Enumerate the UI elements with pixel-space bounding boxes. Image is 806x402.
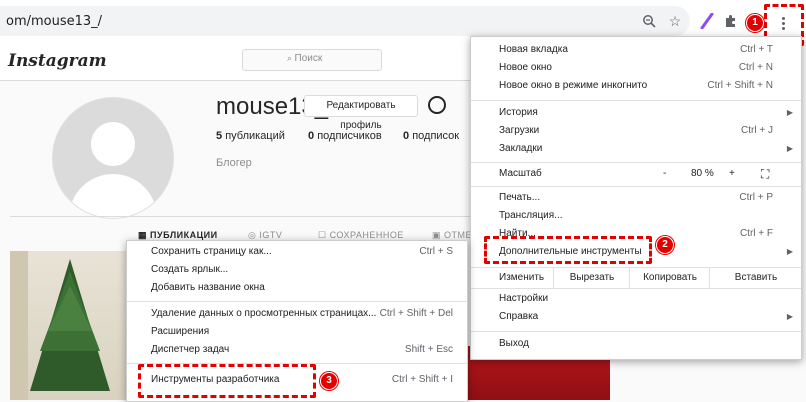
zoom-out-button[interactable]: - [663, 165, 666, 183]
menu-item-incognito[interactable]: Новое окно в режиме инкогнито Ctrl + Shif… [471, 77, 801, 95]
step-badge-1: 1 [746, 14, 764, 32]
chevron-right-icon: ▶ [786, 312, 793, 321]
search-icon: ⌕ [287, 53, 295, 63]
chevron-right-icon: ▶ [786, 144, 793, 153]
submenu-item-create-shortcut[interactable]: Создать ярлык... [127, 261, 467, 279]
menu-item-new-tab[interactable]: Новая вкладка Ctrl + T [471, 41, 801, 59]
zoom-in-button[interactable]: + [729, 165, 735, 183]
step-badge-3: 3 [320, 372, 338, 390]
bookmark-icon: ☐ [318, 230, 330, 240]
menu-edit-row: Изменить Вырезать Копировать Вставить [471, 267, 801, 289]
stat-posts[interactable]: 5 публикаций [216, 130, 285, 142]
stat-following[interactable]: 0 подписок [403, 130, 459, 142]
profile-bio: Блогер [216, 157, 252, 169]
browser-main-menu: Новая вкладка Ctrl + T Новое окно Ctrl + N… [470, 36, 802, 360]
menu-item-downloads[interactable]: Загрузки Ctrl + J [471, 122, 801, 140]
chevron-right-icon: ▶ [786, 247, 793, 256]
menu-item-history[interactable]: История ▶ [471, 104, 801, 122]
menu-separator [471, 162, 801, 163]
submenu-item-task-manager[interactable]: Диспетчер задач Shift + Esc [127, 341, 467, 359]
settings-icon[interactable] [428, 96, 446, 114]
zoom-icon[interactable] [640, 12, 658, 30]
menu-separator [471, 331, 801, 332]
address-bar-url[interactable]: om/mouse13_/ [6, 14, 102, 29]
chevron-right-icon: ▶ [786, 108, 793, 117]
menu-separator [471, 100, 801, 101]
menu-item-cast[interactable]: Трансляция... [471, 207, 801, 225]
cut-button[interactable]: Вырезать [553, 268, 630, 288]
divider [10, 216, 470, 217]
edit-profile-button[interactable]: Редактировать профиль [304, 95, 418, 131]
submenu-item-name-window[interactable]: Добавить название окна [127, 279, 467, 297]
submenu-item-extensions[interactable]: Расширения [127, 323, 467, 341]
address-bar[interactable] [0, 6, 690, 36]
menu-item-bookmarks[interactable]: Закладки ▶ [471, 140, 801, 158]
menu-item-help[interactable]: Справка ▶ [471, 308, 801, 326]
feather-icon[interactable] [698, 12, 716, 30]
grid-icon: ▦ [138, 230, 151, 240]
search-placeholder: ⌕ Поиск [287, 53, 323, 64]
post-thumbnail-tree[interactable] [10, 251, 128, 400]
zoom-label: Масштаб [499, 168, 542, 179]
star-icon[interactable]: ☆ [666, 12, 684, 30]
igtv-icon: ◎ [248, 230, 260, 240]
step-badge-2: 2 [656, 236, 674, 254]
copy-button[interactable]: Копировать [629, 268, 710, 288]
menu-item-settings[interactable]: Настройки [471, 290, 801, 308]
instagram-logo[interactable]: Instagram [8, 51, 107, 71]
menu-separator [127, 301, 467, 302]
fullscreen-icon[interactable]: ⛶ [761, 165, 769, 183]
extensions-icon[interactable] [722, 12, 740, 30]
submenu-item-clear-data[interactable]: Удаление данных о просмотренных страница… [127, 305, 467, 323]
paste-button[interactable]: Вставить [709, 268, 802, 288]
edit-label: Изменить [499, 272, 545, 283]
highlight-more-tools [484, 236, 652, 264]
menu-item-exit[interactable]: Выход [471, 335, 801, 353]
tag-icon: ▣ [432, 230, 445, 240]
menu-zoom-row: Масштаб - 80 % + ⛶ [471, 165, 801, 183]
zoom-value: 80 % [691, 168, 714, 179]
menu-item-new-window[interactable]: Новое окно Ctrl + N [471, 59, 801, 77]
submenu-item-save-page[interactable]: Сохранить страницу как... Ctrl + S [127, 243, 467, 261]
highlight-devtools [138, 364, 316, 398]
stat-followers[interactable]: 0 подписчиков [308, 130, 382, 142]
menu-item-print[interactable]: Печать... Ctrl + P [471, 189, 801, 207]
avatar[interactable] [52, 97, 174, 219]
menu-separator [471, 186, 801, 187]
